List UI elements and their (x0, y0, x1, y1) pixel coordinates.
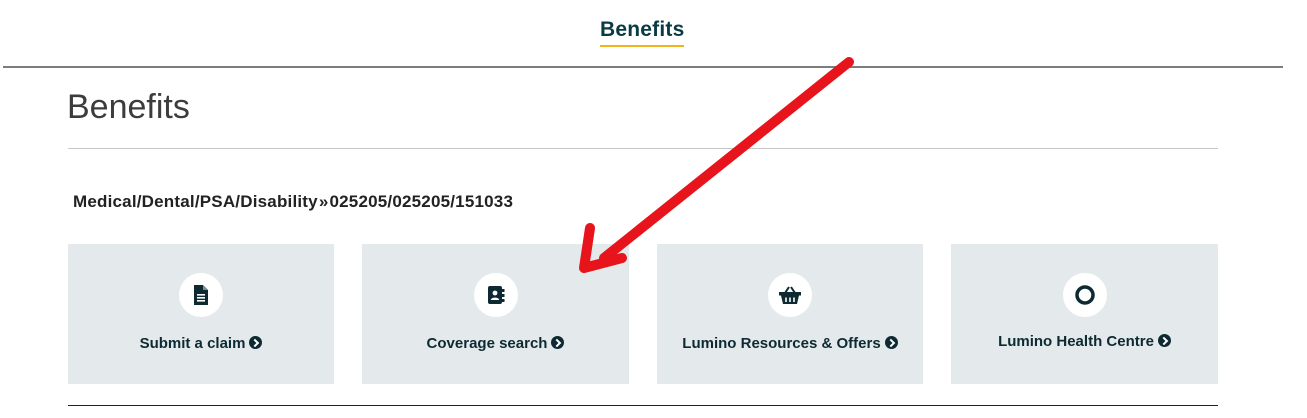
card-label: Lumino Resources & Offers (682, 335, 881, 352)
submit-claim-link[interactable]: Submit a claim (68, 335, 334, 352)
top-navigation: Benefits (0, 0, 1307, 68)
plan-separator: » (318, 192, 329, 211)
card-label: Submit a claim (139, 335, 246, 352)
benefits-page: Benefits Benefits Medical/Dental/PSA/Dis… (0, 0, 1307, 418)
card-label: Coverage search (426, 335, 548, 352)
lumino-resources-link[interactable]: Lumino Resources & Offers (657, 335, 923, 352)
plan-info: Medical/Dental/PSA/Disability»025205/025… (73, 192, 513, 212)
chevron-right-icon (249, 336, 263, 349)
plan-number: 025205/025205/151033 (329, 192, 514, 211)
coverage-search-link[interactable]: Coverage search (362, 335, 629, 352)
coverage-search-card[interactable]: Coverage search (362, 244, 629, 384)
chevron-right-icon (884, 336, 898, 349)
card-label: Lumino Health Centre (998, 333, 1154, 350)
nav-tab-benefits[interactable]: Benefits (600, 18, 685, 47)
page-title: Benefits (67, 88, 190, 126)
document-icon (179, 273, 223, 317)
ring-icon (1062, 273, 1107, 317)
contact-book-icon (473, 273, 518, 317)
lumino-resources-card[interactable]: Lumino Resources & Offers (657, 244, 923, 384)
plan-name: Medical/Dental/PSA/Disability (73, 192, 318, 211)
lumino-health-centre-card[interactable]: Lumino Health Centre (951, 244, 1218, 384)
nav-divider (3, 66, 1283, 68)
title-divider (68, 148, 1218, 149)
chevron-right-icon (551, 336, 565, 349)
chevron-right-icon (1157, 334, 1171, 347)
lumino-health-centre-link[interactable]: Lumino Health Centre (951, 333, 1218, 350)
bottom-divider (68, 405, 1218, 406)
basket-icon (768, 273, 812, 317)
submit-claim-card[interactable]: Submit a claim (68, 244, 334, 384)
